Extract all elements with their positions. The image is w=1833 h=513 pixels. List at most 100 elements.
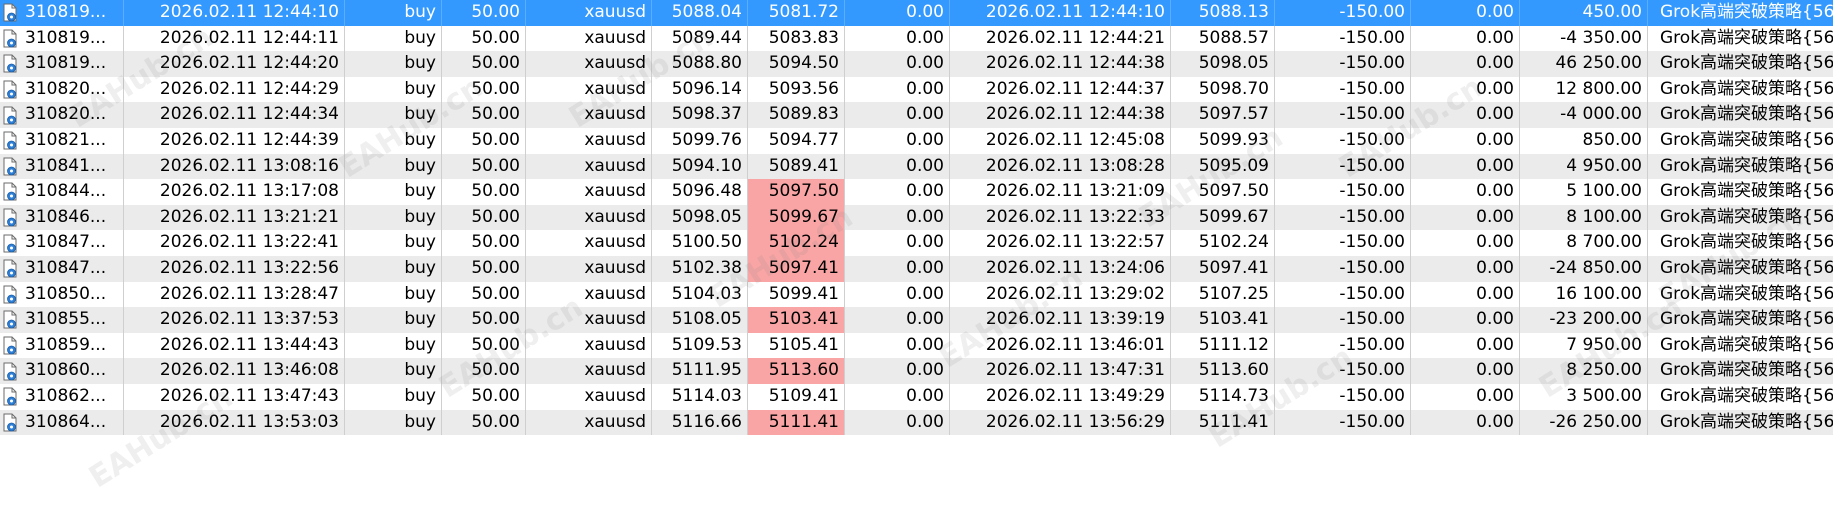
swap-cell: 0.00 bbox=[1411, 307, 1520, 333]
close-time-cell: 2026.02.11 13:22:57 bbox=[950, 230, 1171, 256]
symbol-cell: xauusd bbox=[526, 25, 652, 52]
commission-cell: -150.00 bbox=[1275, 307, 1411, 333]
table-row[interactable]: 310847... 2026.02.11 13:22:41 buy 50.00 xauu… bbox=[0, 230, 1833, 256]
open-price-cell: 5111.95 bbox=[652, 358, 748, 384]
type-cell: buy bbox=[345, 153, 442, 180]
volume-cell: 50.00 bbox=[442, 204, 526, 231]
swap-cell: 0.00 bbox=[1411, 127, 1520, 154]
table-row[interactable]: 310819... 2026.02.11 12:44:10 buy 50.00 xauu… bbox=[0, 0, 1833, 26]
symbol-cell: xauusd bbox=[526, 51, 652, 77]
take-profit-cell: 0.00 bbox=[845, 255, 950, 282]
volume-cell: 50.00 bbox=[442, 332, 526, 359]
close-price-cell: 5099.67 bbox=[1171, 204, 1275, 231]
open-price-cell: 5098.37 bbox=[652, 102, 748, 128]
close-time-cell: 2026.02.11 13:29:02 bbox=[950, 281, 1171, 308]
table-row[interactable]: 310844... 2026.02.11 13:17:08 buy 50.00 xauu… bbox=[0, 179, 1833, 205]
table-row[interactable]: 310862... 2026.02.11 13:47:43 buy 50.00 xauu… bbox=[0, 383, 1833, 410]
table-row[interactable]: 310846... 2026.02.11 13:21:21 buy 50.00 xauu… bbox=[0, 204, 1833, 231]
comment-cell: Grok高端突破策略{562540878}[ bbox=[1660, 206, 1833, 227]
symbol-cell: xauusd bbox=[526, 153, 652, 180]
ticket-cell: 310855... bbox=[0, 307, 124, 333]
take-profit-cell: 0.00 bbox=[845, 76, 950, 103]
take-profit-cell: 0.00 bbox=[845, 102, 950, 128]
take-profit-cell: 0.00 bbox=[845, 409, 950, 436]
table-row[interactable]: 310860... 2026.02.11 13:46:08 buy 50.00 xauu… bbox=[0, 358, 1833, 384]
profit-cell: 7 950.00 bbox=[1520, 332, 1648, 359]
stop-loss-cell: 5083.83 bbox=[748, 25, 845, 52]
profit-cell: 450.00 bbox=[1520, 0, 1648, 26]
commission-cell: -150.00 bbox=[1275, 76, 1411, 103]
ticket-cell: 310864... bbox=[0, 409, 124, 436]
swap-cell: 0.00 bbox=[1411, 25, 1520, 52]
type-cell: buy bbox=[345, 281, 442, 308]
swap-cell: 0.00 bbox=[1411, 383, 1520, 410]
open-price-cell: 5089.44 bbox=[652, 25, 748, 52]
close-time-cell: 2026.02.11 12:44:10 bbox=[950, 0, 1171, 26]
stop-loss-cell: 5097.41 bbox=[748, 255, 845, 282]
volume-cell: 50.00 bbox=[442, 51, 526, 77]
swap-cell: 0.00 bbox=[1411, 76, 1520, 103]
open-price-cell: 5096.48 bbox=[652, 179, 748, 205]
table-row[interactable]: 310859... 2026.02.11 13:44:43 buy 50.00 xauu… bbox=[0, 332, 1833, 359]
table-row[interactable]: 310821... 2026.02.11 12:44:39 buy 50.00 xauu… bbox=[0, 127, 1833, 154]
ticket-cell: 310819... bbox=[0, 25, 124, 52]
open-price-cell: 5100.50 bbox=[652, 230, 748, 256]
comment-cell: Grok高端突破策略{562543519}[ bbox=[1660, 257, 1833, 278]
symbol-cell: xauusd bbox=[526, 383, 652, 410]
close-price-cell: 5097.41 bbox=[1171, 255, 1275, 282]
type-cell: buy bbox=[345, 0, 442, 26]
close-price-cell: 5111.41 bbox=[1171, 409, 1275, 436]
open-time-cell: 2026.02.11 12:44:34 bbox=[124, 102, 345, 128]
close-time-cell: 2026.02.11 13:46:01 bbox=[950, 332, 1171, 359]
open-time-cell: 2026.02.11 13:37:53 bbox=[124, 307, 345, 333]
swap-cell: 0.00 bbox=[1411, 358, 1520, 384]
trade-history-grid: 310819... 2026.02.11 12:44:10 buy 50.00 xauu… bbox=[0, 0, 1833, 513]
type-cell: buy bbox=[345, 383, 442, 410]
table-row[interactable]: 310820... 2026.02.11 12:44:29 buy 50.00 xauu… bbox=[0, 76, 1833, 103]
profit-cell: 12 800.00 bbox=[1520, 76, 1648, 103]
comment-cell: Grok高端突破策略{562555672}[ bbox=[1660, 360, 1833, 381]
commission-cell: -150.00 bbox=[1275, 255, 1411, 282]
volume-cell: 50.00 bbox=[442, 383, 526, 410]
open-time-cell: 2026.02.11 12:44:29 bbox=[124, 76, 345, 103]
table-row[interactable]: 310855... 2026.02.11 13:37:53 buy 50.00 xauu… bbox=[0, 307, 1833, 333]
commission-cell: -150.00 bbox=[1275, 332, 1411, 359]
volume-cell: 50.00 bbox=[442, 76, 526, 103]
table-row[interactable]: 310864... 2026.02.11 13:53:03 buy 50.00 xauu… bbox=[0, 409, 1833, 436]
stop-loss-cell: 5113.60 bbox=[748, 358, 845, 384]
table-row[interactable]: 310819... 2026.02.11 12:44:11 buy 50.00 xauu… bbox=[0, 25, 1833, 52]
open-time-cell: 2026.02.11 13:28:47 bbox=[124, 281, 345, 308]
table-row[interactable]: 310841... 2026.02.11 13:08:16 buy 50.00 xauu… bbox=[0, 153, 1833, 180]
open-price-cell: 5088.04 bbox=[652, 0, 748, 26]
symbol-cell: xauusd bbox=[526, 204, 652, 231]
close-time-cell: 2026.02.11 13:21:09 bbox=[950, 179, 1171, 205]
stop-loss-cell: 5099.67 bbox=[748, 204, 845, 231]
table-row[interactable]: 310850... 2026.02.11 13:28:47 buy 50.00 xauu… bbox=[0, 281, 1833, 308]
ticket-cell: 310844... bbox=[0, 179, 124, 205]
profit-cell: -24 850.00 bbox=[1520, 255, 1648, 282]
take-profit-cell: 0.00 bbox=[845, 358, 950, 384]
commission-cell: -150.00 bbox=[1275, 25, 1411, 52]
table-row[interactable]: 310819... 2026.02.11 12:44:20 buy 50.00 xauu… bbox=[0, 51, 1833, 77]
table-row[interactable]: 310847... 2026.02.11 13:22:56 buy 50.00 xauu… bbox=[0, 255, 1833, 282]
symbol-cell: xauusd bbox=[526, 102, 652, 128]
symbol-cell: xauusd bbox=[526, 332, 652, 359]
comment-cell: Grok高端突破策略{56251411 bbox=[1660, 53, 1833, 74]
ticket-cell: 310819... bbox=[0, 0, 124, 26]
type-cell: buy bbox=[345, 255, 442, 282]
open-time-cell: 2026.02.11 12:44:10 bbox=[124, 0, 345, 26]
open-time-cell: 2026.02.11 13:22:56 bbox=[124, 255, 345, 282]
table-row[interactable]: 310820... 2026.02.11 12:44:34 buy 50.00 xauu… bbox=[0, 102, 1833, 128]
close-time-cell: 2026.02.11 13:22:33 bbox=[950, 204, 1171, 231]
close-price-cell: 5098.05 bbox=[1171, 51, 1275, 77]
type-cell: buy bbox=[345, 179, 442, 205]
volume-cell: 50.00 bbox=[442, 281, 526, 308]
ticket-cell: 310841... bbox=[0, 153, 124, 180]
close-price-cell: 5113.60 bbox=[1171, 358, 1275, 384]
close-time-cell: 2026.02.11 12:44:37 bbox=[950, 76, 1171, 103]
commission-cell: -150.00 bbox=[1275, 102, 1411, 128]
close-price-cell: 5111.12 bbox=[1171, 332, 1275, 359]
commission-cell: -150.00 bbox=[1275, 358, 1411, 384]
symbol-cell: xauusd bbox=[526, 358, 652, 384]
close-price-cell: 5103.41 bbox=[1171, 307, 1275, 333]
